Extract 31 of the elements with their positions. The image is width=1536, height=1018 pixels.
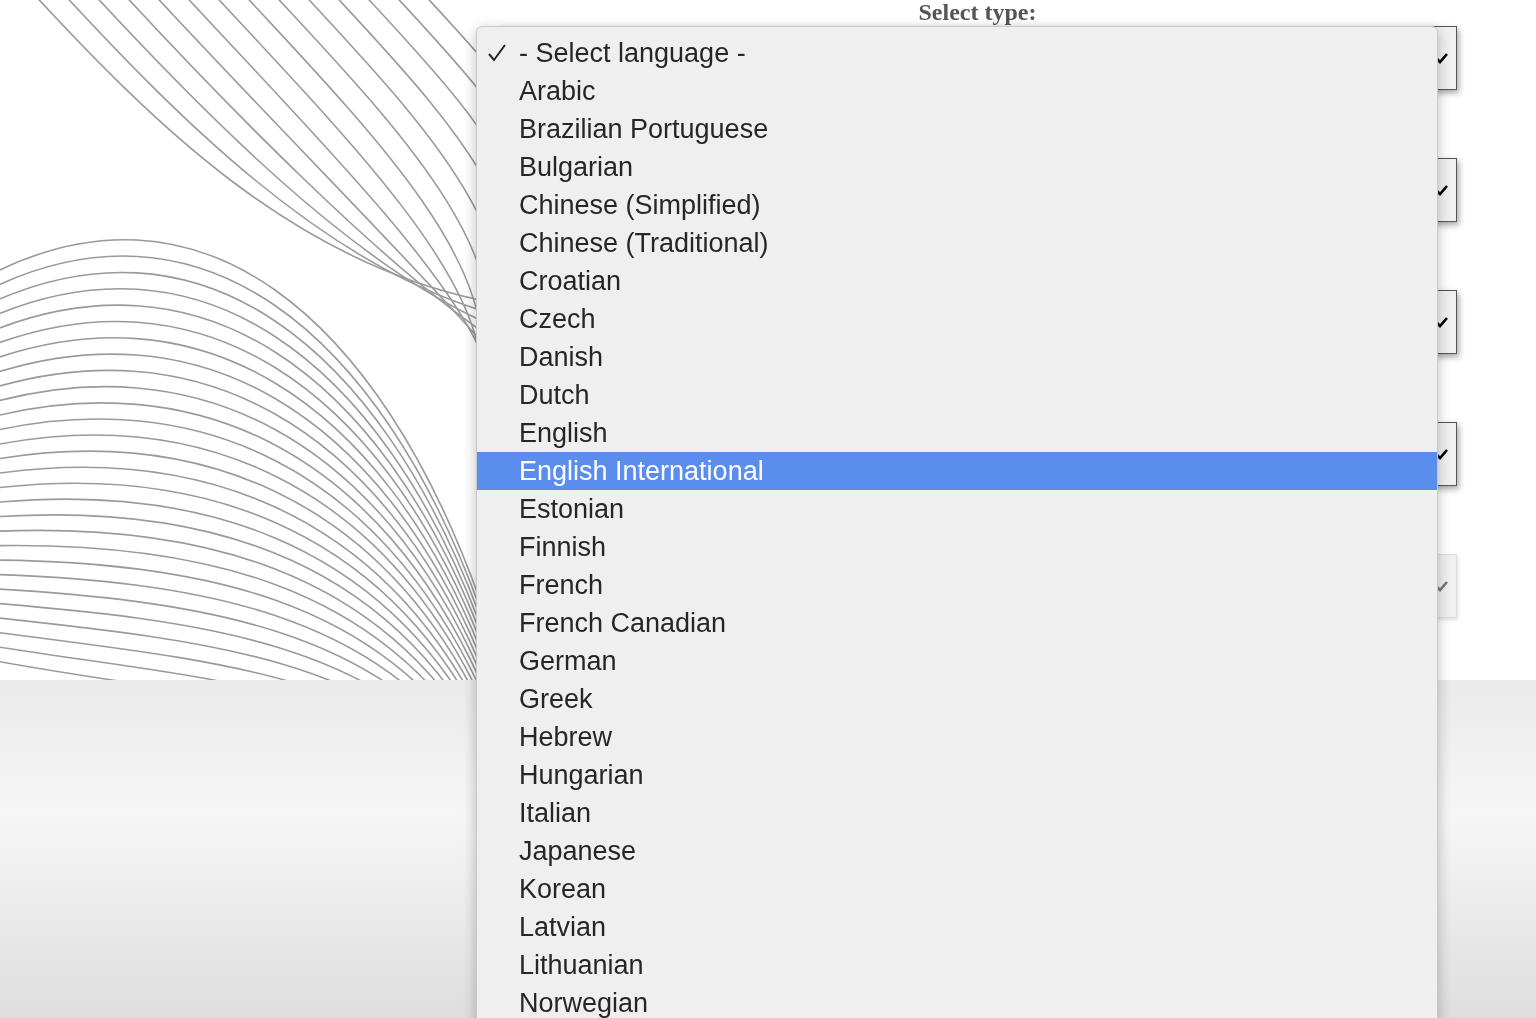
menu-item[interactable]: Finnish xyxy=(477,528,1437,566)
section-heading: Select type: xyxy=(917,0,1038,24)
menu-item[interactable]: Brazilian Portuguese xyxy=(477,110,1437,148)
menu-item[interactable]: Bulgarian xyxy=(477,148,1437,186)
menu-item[interactable]: Danish xyxy=(477,338,1437,376)
menu-item[interactable]: Chinese (Simplified) xyxy=(477,186,1437,224)
checkmark-icon xyxy=(1436,580,1448,592)
menu-item[interactable]: Hungarian xyxy=(477,756,1437,794)
menu-item[interactable]: Arabic xyxy=(477,72,1437,110)
menu-item[interactable]: Greek xyxy=(477,680,1437,718)
checkmark-icon xyxy=(1436,316,1448,328)
menu-item[interactable]: French xyxy=(477,566,1437,604)
checkmark-icon xyxy=(1436,184,1448,196)
menu-item[interactable]: Italian xyxy=(477,794,1437,832)
menu-item[interactable]: - Select language - xyxy=(477,34,1437,72)
menu-item[interactable]: Hebrew xyxy=(477,718,1437,756)
checkmark-icon xyxy=(1436,52,1448,64)
menu-item[interactable]: Latvian xyxy=(477,908,1437,946)
menu-item[interactable]: Chinese (Traditional) xyxy=(477,224,1437,262)
menu-item[interactable]: Lithuanian xyxy=(477,946,1437,984)
menu-item[interactable]: Dutch xyxy=(477,376,1437,414)
menu-item[interactable]: German xyxy=(477,642,1437,680)
menu-item[interactable]: French Canadian xyxy=(477,604,1437,642)
menu-item[interactable]: English xyxy=(477,414,1437,452)
menu-item[interactable]: Czech xyxy=(477,300,1437,338)
menu-item[interactable]: Estonian xyxy=(477,490,1437,528)
checkmark-icon xyxy=(1436,448,1448,460)
menu-item[interactable]: Croatian xyxy=(477,262,1437,300)
menu-item[interactable]: Norwegian xyxy=(477,984,1437,1018)
menu-item[interactable]: Korean xyxy=(477,870,1437,908)
menu-item[interactable]: Japanese xyxy=(477,832,1437,870)
